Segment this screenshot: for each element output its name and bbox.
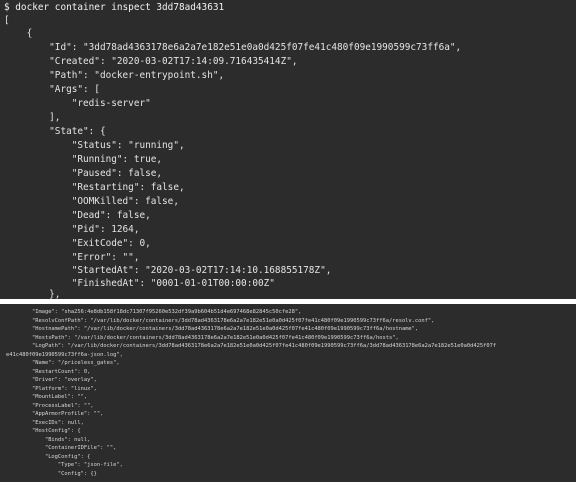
output-line: "Platform": "linux", bbox=[6, 385, 97, 392]
output-line: "LogPath": "/var/lib/docker/containers/3… bbox=[6, 343, 497, 349]
output-line: "FinishedAt": "0001-01-01T00:00:00Z" bbox=[4, 278, 275, 289]
output-line: "OOMKilled": false, bbox=[4, 196, 179, 207]
output-line: "Args": [ bbox=[4, 84, 100, 95]
output-line: ], bbox=[4, 112, 61, 123]
output-line: "ProcessLabel": "", bbox=[6, 402, 94, 409]
output-line: "Status": "running", bbox=[4, 140, 185, 151]
output-line: "ExitCode": 0, bbox=[4, 238, 151, 249]
output-line: [ bbox=[4, 15, 10, 26]
output-line: "HostnamePath": "/var/lib/docker/contain… bbox=[6, 326, 419, 332]
output-line: "ContainerIDFile": "", bbox=[6, 445, 117, 451]
command-line: $ docker container inspect 3dd78ad43631 bbox=[4, 2, 225, 13]
output-line: "Driver": "overlay", bbox=[6, 377, 97, 383]
output-line: }, bbox=[4, 289, 61, 299]
output-line: "Running": true, bbox=[4, 154, 163, 165]
output-line: "Path": "docker-entrypoint.sh", bbox=[4, 70, 225, 81]
output-line: "RestartCount": 0, bbox=[6, 368, 91, 375]
output-line: "Type": "json-file", bbox=[6, 462, 123, 468]
output-line: "Restarting": false, bbox=[4, 182, 185, 193]
output-line: "ExecIDs": null, bbox=[6, 419, 84, 426]
output-line: "Paused": false, bbox=[4, 168, 163, 179]
output-line: "StartedAt": "2020-03-02T17:14:10.168855… bbox=[4, 265, 332, 276]
output-line: "AppArmorProfile": "", bbox=[6, 411, 104, 417]
terminal-window-bottom[interactable]: "Image": "sha256:4e8db158f18dc71307f9526… bbox=[0, 304, 576, 482]
output-line: "Image": "sha256:4e8db158f18dc71307f9526… bbox=[6, 309, 302, 315]
output-line: "Created": "2020-03-02T17:14:09.71643541… bbox=[4, 56, 298, 67]
terminal-window-top[interactable]: $ docker container inspect 3dd78ad43631 … bbox=[0, 0, 576, 299]
output-line: "Config": {} bbox=[6, 470, 97, 477]
output-line: "LogConfig": { bbox=[6, 453, 91, 460]
output-line: "Binds": null, bbox=[6, 436, 91, 443]
output-line: "Name": "/priceless_gates", bbox=[6, 360, 120, 366]
output-line: "Dead": false, bbox=[4, 210, 151, 221]
output-line: "ResolvConfPath": "/var/lib/docker/conta… bbox=[6, 317, 435, 324]
output-line: { bbox=[4, 28, 33, 39]
output-line: e41c480f09e1990599c73ff6a-json.log", bbox=[6, 351, 123, 358]
output-line: "HostsPath": "/var/lib/docker/containers… bbox=[6, 334, 399, 341]
output-line: "redis-server" bbox=[4, 98, 151, 109]
output-line: "Error": "", bbox=[4, 252, 140, 263]
output-line: "HostConfig": { bbox=[6, 428, 81, 434]
output-line: "Id": "3dd78ad4363178e6a2a7e182e51e0a0d4… bbox=[4, 42, 462, 53]
output-line: "Pid": 1264, bbox=[4, 224, 140, 235]
output-line: "MountLabel": "", bbox=[6, 394, 88, 400]
output-line: "State": { bbox=[4, 126, 106, 137]
